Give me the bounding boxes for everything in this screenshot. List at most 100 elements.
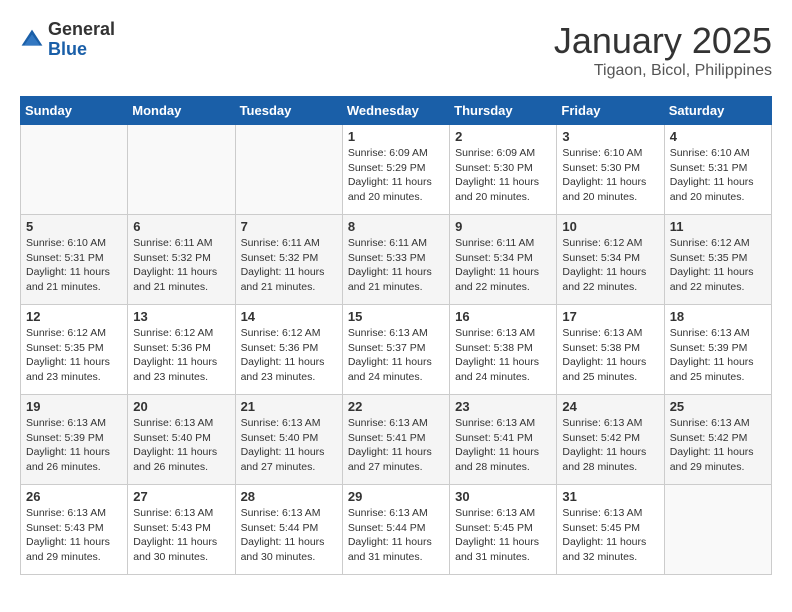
calendar-cell-w1-d1	[128, 125, 235, 215]
day-info: Sunrise: 6:13 AM Sunset: 5:40 PM Dayligh…	[241, 416, 337, 475]
header: General Blue January 2025 Tigaon, Bicol,…	[20, 20, 772, 80]
calendar-cell-w4-d3: 22Sunrise: 6:13 AM Sunset: 5:41 PM Dayli…	[342, 395, 449, 485]
day-info: Sunrise: 6:13 AM Sunset: 5:44 PM Dayligh…	[241, 506, 337, 565]
calendar-cell-w3-d2: 14Sunrise: 6:12 AM Sunset: 5:36 PM Dayli…	[235, 305, 342, 395]
calendar-cell-w1-d6: 4 Sunrise: 6:10 AM Sunset: 5:31 PM Daylig…	[664, 125, 771, 215]
day-info: Sunrise: 6:13 AM Sunset: 5:44 PM Dayligh…	[348, 506, 444, 565]
day-info: Sunrise: 6:09 AM Sunset: 5:29 PM Dayligh…	[348, 146, 444, 205]
day-number: 23	[455, 399, 551, 414]
day-number: 8	[348, 219, 444, 234]
calendar-cell-w5-d4: 30Sunrise: 6:13 AM Sunset: 5:45 PM Dayli…	[450, 485, 557, 575]
day-info: Sunrise: 6:10 AM Sunset: 5:31 PM Dayligh…	[26, 236, 122, 295]
calendar-week-4: 19Sunrise: 6:13 AM Sunset: 5:39 PM Dayli…	[21, 395, 772, 485]
day-info: Sunrise: 6:13 AM Sunset: 5:42 PM Dayligh…	[670, 416, 766, 475]
day-info: Sunrise: 6:11 AM Sunset: 5:34 PM Dayligh…	[455, 236, 551, 295]
calendar-cell-w3-d0: 12 Sunrise: 6:12 AM Sunset: 5:35 PM Dayli…	[21, 305, 128, 395]
day-number: 28	[241, 489, 337, 504]
day-info: Sunrise: 6:13 AM Sunset: 5:41 PM Dayligh…	[455, 416, 551, 475]
day-number: 9	[455, 219, 551, 234]
weekday-header-sunday: Sunday	[21, 97, 128, 125]
day-info: Sunrise: 6:12 AM Sunset: 5:35 PM Dayligh…	[26, 326, 122, 385]
day-info: Sunrise: 6:13 AM Sunset: 5:43 PM Dayligh…	[133, 506, 229, 565]
calendar-cell-w2-d0: 5 Sunrise: 6:10 AM Sunset: 5:31 PM Daylig…	[21, 215, 128, 305]
calendar-cell-w5-d3: 29 Sunrise: 6:13 AM Sunset: 5:44 PM Dayli…	[342, 485, 449, 575]
day-info: Sunrise: 6:13 AM Sunset: 5:43 PM Dayligh…	[26, 506, 122, 565]
day-number: 13	[133, 309, 229, 324]
calendar-cell-w5-d6	[664, 485, 771, 575]
calendar-cell-w1-d0	[21, 125, 128, 215]
weekday-header-monday: Monday	[128, 97, 235, 125]
day-number: 29	[348, 489, 444, 504]
calendar-subtitle: Tigaon, Bicol, Philippines	[554, 62, 772, 80]
day-number: 27	[133, 489, 229, 504]
day-number: 1	[348, 129, 444, 144]
calendar-cell-w3-d4: 16 Sunrise: 6:13 AM Sunset: 5:38 PM Dayli…	[450, 305, 557, 395]
day-number: 22	[348, 399, 444, 414]
logo-general-text: General	[48, 20, 115, 40]
calendar-cell-w5-d1: 27 Sunrise: 6:13 AM Sunset: 5:43 PM Dayli…	[128, 485, 235, 575]
logo: General Blue	[20, 20, 115, 60]
day-number: 4	[670, 129, 766, 144]
day-info: Sunrise: 6:13 AM Sunset: 5:45 PM Dayligh…	[562, 506, 658, 565]
calendar-title: January 2025	[554, 20, 772, 62]
weekday-header-row: SundayMondayTuesdayWednesdayThursdayFrid…	[21, 97, 772, 125]
title-section: January 2025 Tigaon, Bicol, Philippines	[554, 20, 772, 80]
day-info: Sunrise: 6:10 AM Sunset: 5:31 PM Dayligh…	[670, 146, 766, 205]
day-info: Sunrise: 6:12 AM Sunset: 5:36 PM Dayligh…	[241, 326, 337, 385]
logo-blue-text: Blue	[48, 40, 115, 60]
calendar-week-3: 12 Sunrise: 6:12 AM Sunset: 5:35 PM Dayli…	[21, 305, 772, 395]
calendar-cell-w2-d1: 6Sunrise: 6:11 AM Sunset: 5:32 PM Daylig…	[128, 215, 235, 305]
calendar-cell-w1-d4: 2 Sunrise: 6:09 AM Sunset: 5:30 PM Daylig…	[450, 125, 557, 215]
day-number: 24	[562, 399, 658, 414]
calendar-cell-w2-d2: 7 Sunrise: 6:11 AM Sunset: 5:32 PM Daylig…	[235, 215, 342, 305]
calendar-cell-w1-d3: 1 Sunrise: 6:09 AM Sunset: 5:29 PM Daylig…	[342, 125, 449, 215]
calendar-cell-w4-d4: 23 Sunrise: 6:13 AM Sunset: 5:41 PM Dayli…	[450, 395, 557, 485]
calendar-header: SundayMondayTuesdayWednesdayThursdayFrid…	[21, 97, 772, 125]
day-number: 30	[455, 489, 551, 504]
calendar-table: SundayMondayTuesdayWednesdayThursdayFrid…	[20, 96, 772, 575]
calendar-cell-w1-d2	[235, 125, 342, 215]
day-number: 3	[562, 129, 658, 144]
day-info: Sunrise: 6:12 AM Sunset: 5:34 PM Dayligh…	[562, 236, 658, 295]
day-number: 11	[670, 219, 766, 234]
day-info: Sunrise: 6:13 AM Sunset: 5:39 PM Dayligh…	[670, 326, 766, 385]
calendar-body: 1 Sunrise: 6:09 AM Sunset: 5:29 PM Daylig…	[21, 125, 772, 575]
day-info: Sunrise: 6:13 AM Sunset: 5:37 PM Dayligh…	[348, 326, 444, 385]
day-number: 17	[562, 309, 658, 324]
weekday-header-wednesday: Wednesday	[342, 97, 449, 125]
weekday-header-friday: Friday	[557, 97, 664, 125]
day-info: Sunrise: 6:11 AM Sunset: 5:33 PM Dayligh…	[348, 236, 444, 295]
calendar-cell-w4-d5: 24 Sunrise: 6:13 AM Sunset: 5:42 PM Dayli…	[557, 395, 664, 485]
day-number: 25	[670, 399, 766, 414]
calendar-cell-w3-d6: 18Sunrise: 6:13 AM Sunset: 5:39 PM Dayli…	[664, 305, 771, 395]
day-info: Sunrise: 6:09 AM Sunset: 5:30 PM Dayligh…	[455, 146, 551, 205]
calendar-cell-w2-d5: 10Sunrise: 6:12 AM Sunset: 5:34 PM Dayli…	[557, 215, 664, 305]
day-number: 19	[26, 399, 122, 414]
calendar-cell-w2-d4: 9 Sunrise: 6:11 AM Sunset: 5:34 PM Daylig…	[450, 215, 557, 305]
day-number: 20	[133, 399, 229, 414]
calendar-cell-w2-d6: 11Sunrise: 6:12 AM Sunset: 5:35 PM Dayli…	[664, 215, 771, 305]
day-number: 7	[241, 219, 337, 234]
weekday-header-saturday: Saturday	[664, 97, 771, 125]
day-number: 2	[455, 129, 551, 144]
calendar-week-1: 1 Sunrise: 6:09 AM Sunset: 5:29 PM Daylig…	[21, 125, 772, 215]
calendar-cell-w4-d2: 21Sunrise: 6:13 AM Sunset: 5:40 PM Dayli…	[235, 395, 342, 485]
calendar-cell-w5-d0: 26 Sunrise: 6:13 AM Sunset: 5:43 PM Dayli…	[21, 485, 128, 575]
day-info: Sunrise: 6:13 AM Sunset: 5:42 PM Dayligh…	[562, 416, 658, 475]
calendar-cell-w3-d1: 13Sunrise: 6:12 AM Sunset: 5:36 PM Dayli…	[128, 305, 235, 395]
calendar-cell-w4-d0: 19Sunrise: 6:13 AM Sunset: 5:39 PM Dayli…	[21, 395, 128, 485]
day-number: 26	[26, 489, 122, 504]
day-number: 31	[562, 489, 658, 504]
day-info: Sunrise: 6:10 AM Sunset: 5:30 PM Dayligh…	[562, 146, 658, 205]
day-info: Sunrise: 6:13 AM Sunset: 5:38 PM Dayligh…	[455, 326, 551, 385]
day-number: 12	[26, 309, 122, 324]
calendar-week-5: 26 Sunrise: 6:13 AM Sunset: 5:43 PM Dayli…	[21, 485, 772, 575]
logo-text: General Blue	[48, 20, 115, 60]
weekday-header-thursday: Thursday	[450, 97, 557, 125]
day-info: Sunrise: 6:11 AM Sunset: 5:32 PM Dayligh…	[241, 236, 337, 295]
calendar-cell-w5-d5: 31 Sunrise: 6:13 AM Sunset: 5:45 PM Dayli…	[557, 485, 664, 575]
day-number: 16	[455, 309, 551, 324]
day-number: 5	[26, 219, 122, 234]
calendar-cell-w2-d3: 8 Sunrise: 6:11 AM Sunset: 5:33 PM Daylig…	[342, 215, 449, 305]
day-number: 15	[348, 309, 444, 324]
